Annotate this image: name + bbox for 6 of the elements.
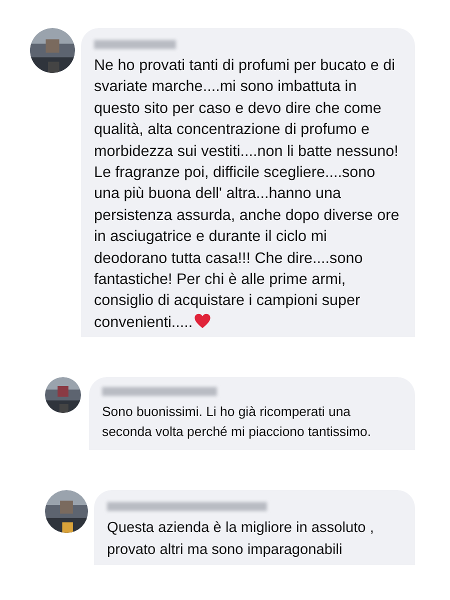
- avatar[interactable]: [30, 28, 75, 73]
- comment-text: Questa azienda è la migliore in assoluto , provato altri ma sono imparagonabili: [107, 519, 375, 560]
- comment-text: Sono buonissimi. Li ho già ricomperati una seconda volta perché mi piacciono tantissimo.: [102, 403, 372, 442]
- avatar[interactable]: [45, 377, 81, 414]
- comment-text: Ne ho provati tanti di profumi per bucato e di svariate marche....mi sono imbattuta in questo sito per caso e devo dire che come qualità, alta concentrazione di profumo e morbidezza sui vestiti....non li batte nessuno! Le fragranze poi, difficile scegliere....sono una più buona dell' altra...hanno una persistenza assurda, anche dopo diverse ore in asciugatrice e durante il ciclo mi deodorano tutta casa!!! Che dire....sono fantastiche! Per chi è alle prime armi, consiglio di acquistare i campioni super convenienti.....: [94, 56, 400, 333]
- avatar[interactable]: [45, 490, 88, 534]
